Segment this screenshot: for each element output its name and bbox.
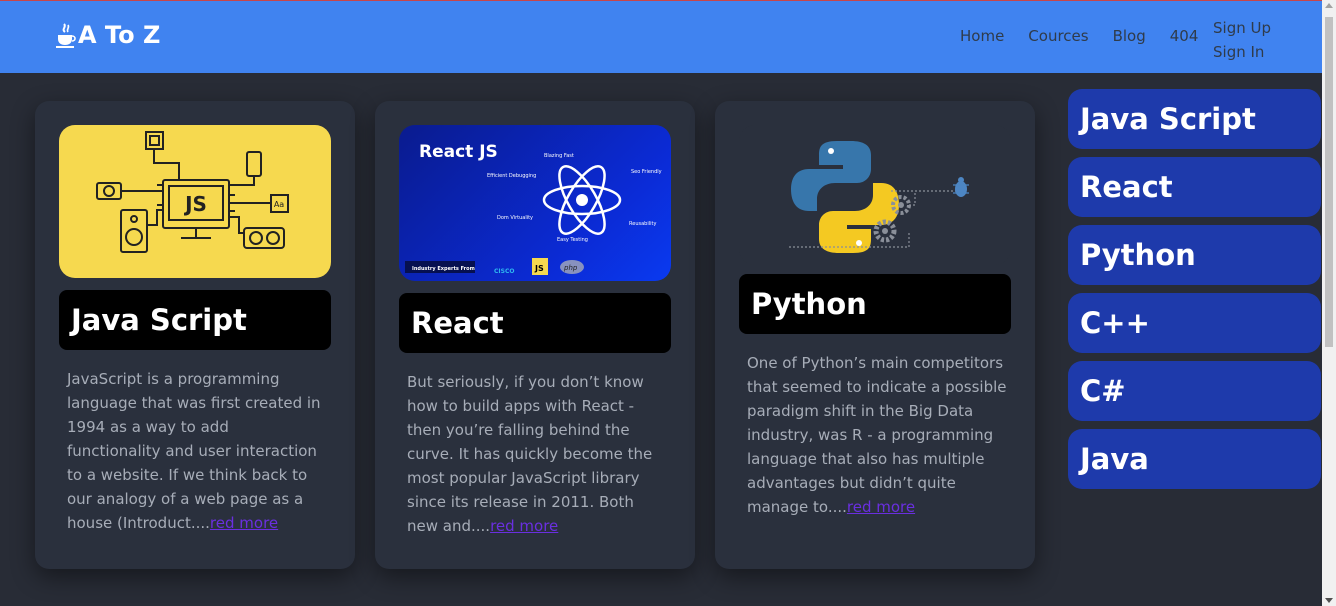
label-dom-virtuality: Dom Virtuality — [497, 215, 533, 221]
svg-text:Aa: Aa — [274, 200, 284, 209]
label-easy-testing: Easy Testing — [557, 237, 588, 243]
brand-link[interactable]: A To Z — [55, 21, 160, 49]
python-logo-illustration — [789, 141, 969, 253]
javascript-illustration: JS Aa — [96, 131, 289, 253]
sidebar-item-java[interactable]: Java — [1068, 429, 1321, 489]
label-reusability: Reusability — [629, 221, 656, 227]
card-text: But seriously, if you don’t know how to … — [407, 373, 653, 535]
navbar: A To Z Home Cources Blog 404 Sign Up Sig… — [0, 0, 1322, 73]
cisco-logo: CISCO — [494, 268, 514, 275]
sidebar-item-csharp[interactable]: C# — [1068, 361, 1321, 421]
sign-up-link[interactable]: Sign Up — [1213, 16, 1271, 40]
nav-blog[interactable]: Blog — [1113, 27, 1146, 45]
javascript-image: JS Aa — [59, 125, 331, 278]
auth-links: Sign Up Sign In — [1213, 16, 1271, 64]
js-logo: JS — [534, 264, 544, 273]
js-image-label: JS — [183, 192, 207, 216]
card-javascript: JS Aa Java Script JavaScript is a progra… — [35, 101, 355, 569]
label-seo-friendly: Seo Friendly — [631, 169, 662, 175]
card-react: React JS Blazing Fast Efficient Debuggin… — [375, 101, 695, 569]
card-title: Java Script — [59, 290, 331, 350]
card-text: One of Python’s main competitors that se… — [747, 354, 1007, 516]
read-more-link[interactable]: red more — [847, 498, 915, 516]
react-illustration: React JS Blazing Fast Efficient Debuggin… — [405, 142, 662, 275]
react-image: React JS Blazing Fast Efficient Debuggin… — [399, 125, 671, 281]
react-image-title: React JS — [419, 142, 498, 162]
java-cup-icon — [56, 23, 76, 48]
python-image — [739, 125, 1011, 265]
sign-in-link[interactable]: Sign In — [1213, 40, 1271, 64]
scrollbar-thumb[interactable] — [1325, 17, 1333, 347]
php-logo: php — [563, 264, 578, 272]
read-more-link[interactable]: red more — [490, 517, 558, 535]
card-text: JavaScript is a programming language tha… — [67, 370, 321, 532]
nav-courses[interactable]: Cources — [1028, 27, 1088, 45]
brand-name: A To Z — [78, 21, 161, 49]
scrollbar[interactable] — [1322, 0, 1336, 606]
card-description: But seriously, if you don’t know how to … — [407, 370, 667, 538]
sidebar-item-python[interactable]: Python — [1068, 225, 1321, 285]
label-efficient-debugging: Efficient Debugging — [487, 173, 536, 179]
nav-links: Home Cources Blog 404 — [960, 27, 1222, 45]
sidebar-item-javascript[interactable]: Java Script — [1068, 89, 1321, 149]
read-more-link[interactable]: red more — [210, 514, 278, 532]
scroll-down-arrow-icon[interactable] — [1325, 598, 1333, 603]
label-industry-experts: Industry Experts From — [412, 266, 475, 272]
label-blazing-fast: Blazing Fast — [544, 153, 574, 159]
card-python: Python One of Python’s main competitors … — [715, 101, 1035, 569]
card-title: React — [399, 293, 671, 353]
card-description: One of Python’s main competitors that se… — [747, 351, 1007, 519]
card-description: JavaScript is a programming language tha… — [67, 367, 327, 535]
card-title: Python — [739, 274, 1011, 334]
scroll-up-arrow-icon[interactable] — [1325, 3, 1333, 8]
sidebar-item-cpp[interactable]: C++ — [1068, 293, 1321, 353]
nav-home[interactable]: Home — [960, 27, 1004, 45]
nav-404[interactable]: 404 — [1170, 27, 1199, 45]
sidebar-item-react[interactable]: React — [1068, 157, 1321, 217]
